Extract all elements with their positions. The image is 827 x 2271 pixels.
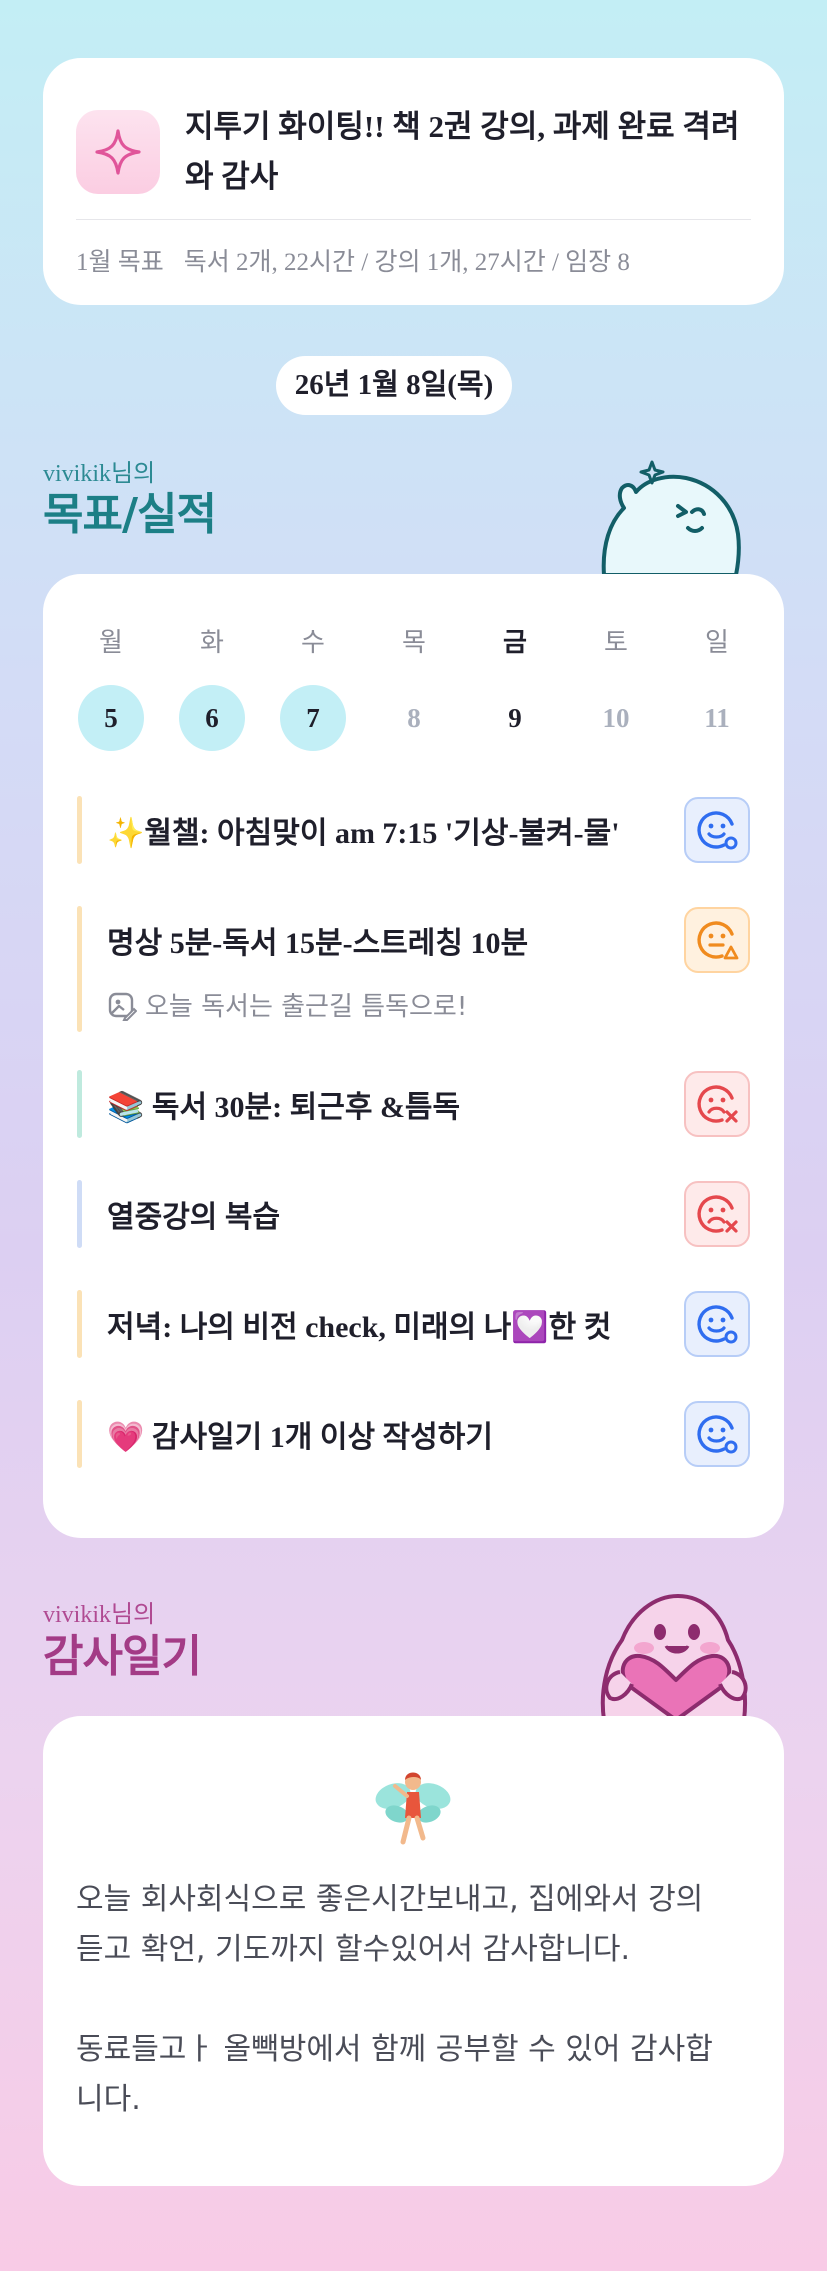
task-item[interactable]: 저녁: 나의 비전 check, 미래의 나💟한 컷 — [77, 1290, 750, 1358]
ghost-mascot-icon — [601, 460, 741, 577]
task-note: 오늘 독서는 출근길 틈독으로! — [107, 986, 467, 1023]
date-8[interactable]: 8 — [381, 685, 447, 751]
weekday-wed: 수 — [301, 628, 325, 658]
smile-face-icon[interactable] — [684, 797, 750, 863]
monthly-goal-line: 1월 목표 독서 2개, 22시간 / 강의 1개, 27시간 / 임장 8 — [76, 242, 630, 278]
weekday-sun: 일 — [705, 628, 729, 658]
task-bar — [77, 906, 82, 1032]
neutral-face-icon[interactable] — [684, 907, 750, 973]
date-5[interactable]: 5 — [78, 685, 144, 751]
date-pill[interactable]: 26년 1월 8일(목) — [276, 356, 512, 415]
diary-paragraph-2-line-2: 니다. — [76, 2082, 141, 2117]
task-bar — [77, 1290, 82, 1358]
goals-card: 월 화 수 목 금 토 일 5 6 7 8 9 10 11 ✨월챌: 아침맞이 … — [43, 574, 784, 1538]
task-bar — [77, 796, 82, 864]
task-note-text: 오늘 독서는 출근길 틈독으로! — [145, 992, 468, 1022]
image-edit-icon — [108, 992, 138, 1021]
monthly-goal-title: 지투기 화이팅!! 책 2권 강의, 과제 완료 격려와 감사 — [185, 109, 740, 194]
date-11[interactable]: 11 — [684, 685, 750, 751]
goals-section-title: 목표/실적 — [43, 489, 217, 540]
diary-paragraph-1-line-1: 오늘 회사회식으로 좋은시간보내고, 집에와서 강의 — [76, 1882, 704, 1917]
date-7[interactable]: 7 — [280, 685, 346, 751]
weekday-mon: 월 — [99, 628, 123, 658]
task-item[interactable]: ✨월챌: 아침맞이 am 7:15 '기상-불켜-물' — [77, 796, 750, 864]
weekday-sat: 토 — [604, 628, 628, 658]
sparkle-icon — [76, 110, 160, 194]
goal-label: 1월 목표 — [76, 249, 164, 276]
goal-summary-card: 지투기 화이팅!! 책 2권 강의, 과제 완료 격려와 감사 1월 목표 독서 … — [43, 58, 784, 305]
sad-face-icon[interactable] — [684, 1181, 750, 1247]
goal-text: 독서 2개, 22시간 / 강의 1개, 27시간 / 임장 8 — [183, 249, 630, 276]
smile-face-icon[interactable] — [684, 1291, 750, 1357]
diary-paragraph-2-line-1: 동료들고ㅏ 올빽방에서 함께 공부할 수 있어 감사합 — [76, 2032, 713, 2067]
task-bar — [77, 1400, 82, 1468]
fairy-icon — [375, 1772, 451, 1845]
task-item[interactable]: 열중강의 복습 — [77, 1180, 750, 1248]
task-text: 💗 감사일기 1개 이상 작성하기 — [107, 1421, 493, 1454]
thanks-section-title: 감사일기 — [43, 1631, 202, 1682]
task-bar — [77, 1070, 82, 1138]
weekday-tue: 화 — [200, 628, 224, 658]
weekday-fri: 금 — [503, 628, 527, 658]
task-text: 명상 5분-독서 15분-스트레칭 10분 — [107, 927, 529, 960]
gratitude-card: 오늘 회사회식으로 좋은시간보내고, 집에와서 강의 듣고 확언, 기도까지 할… — [43, 1716, 784, 2186]
task-bar — [77, 1180, 82, 1248]
task-text: ✨월챌: 아침맞이 am 7:15 '기상-불켜-물' — [107, 817, 620, 850]
smile-face-icon[interactable] — [684, 1401, 750, 1467]
task-item[interactable]: 💗 감사일기 1개 이상 작성하기 — [77, 1400, 750, 1468]
task-item[interactable]: 명상 5분-독서 15분-스트레칭 10분 오늘 독서는 출근길 틈독으로! — [77, 906, 750, 1032]
divider — [76, 219, 751, 220]
weekday-thu: 목 — [402, 628, 426, 658]
sad-face-icon[interactable] — [684, 1071, 750, 1137]
task-text: 저녁: 나의 비전 check, 미래의 나💟한 컷 — [107, 1311, 612, 1344]
task-text: 열중강의 복습 — [107, 1201, 281, 1234]
date-9[interactable]: 9 — [482, 685, 548, 751]
task-text: 📚 독서 30분: 퇴근후 &틈독 — [107, 1091, 461, 1124]
diary-paragraph-1-line-2: 듣고 확언, 기도까지 할수있어서 감사합니다. — [76, 1932, 631, 1967]
task-item[interactable]: 📚 독서 30분: 퇴근후 &틈독 — [77, 1070, 750, 1138]
date-6[interactable]: 6 — [179, 685, 245, 751]
heart-mascot-icon — [600, 1594, 748, 1720]
date-10[interactable]: 10 — [583, 685, 649, 751]
